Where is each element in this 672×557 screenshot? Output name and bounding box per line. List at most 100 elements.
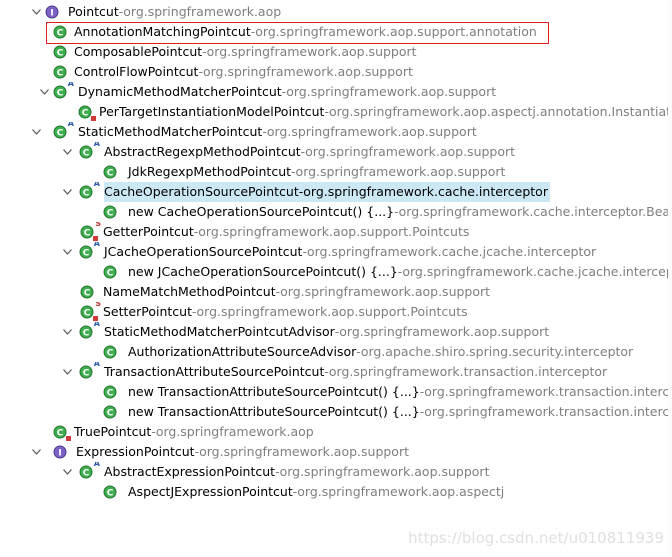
type-hierarchy-tree: I Pointcut - org.springframework.aop C A… bbox=[0, 0, 672, 557]
tree-row-anonymous-transactionattributesourcepointcut-1[interactable]: C new TransactionAttributeSourcePointcut… bbox=[0, 382, 672, 402]
svg-text:C: C bbox=[83, 369, 90, 379]
tree-row-getterpointcut[interactable]: CS GetterPointcut - org.springframework.… bbox=[0, 222, 672, 242]
class-icon: C bbox=[52, 24, 68, 40]
package-name: org.springframework.aop bbox=[123, 4, 282, 19]
tree-row-staticmethodmatcherpointcutadvisor[interactable]: CA StaticMethodMatcherPointcutAdvisor - … bbox=[0, 322, 672, 342]
svg-text:C: C bbox=[107, 349, 114, 359]
type-name: AbstractExpressionPointcut bbox=[104, 464, 276, 479]
type-name: TransactionAttributeSourcePointcut bbox=[104, 364, 325, 379]
type-name: ExpressionPointcut bbox=[76, 444, 195, 459]
type-name: ControlFlowPointcut bbox=[74, 64, 199, 79]
collapse-toggle[interactable] bbox=[30, 122, 42, 142]
tree-row-transactionattributesourcepointcut[interactable]: CA TransactionAttributeSourcePointcut - … bbox=[0, 362, 672, 382]
svg-text:C: C bbox=[83, 469, 90, 479]
svg-text:C: C bbox=[83, 189, 90, 199]
package-name: org.springframework.transaction.intercep… bbox=[424, 384, 672, 399]
abstract-class-icon: CA bbox=[78, 182, 100, 200]
tree-row-cacheoperationsourcepointcut[interactable]: CA CacheOperationSourcePointcut - org.sp… bbox=[0, 182, 672, 202]
private-class-icon: C bbox=[77, 104, 96, 121]
svg-text:C: C bbox=[107, 269, 114, 279]
collapse-toggle[interactable] bbox=[61, 182, 73, 202]
package-name: org.springframework.aop.support bbox=[202, 64, 413, 79]
svg-text:C: C bbox=[57, 29, 64, 39]
interface-icon: I bbox=[52, 444, 68, 460]
scrollbar-edge bbox=[668, 0, 672, 557]
tree-row-expressionpointcut[interactable]: I ExpressionPointcut - org.springframewo… bbox=[0, 442, 672, 462]
tree-row-truepointcut[interactable]: C TruePointcut - org.springframework.aop bbox=[0, 422, 672, 442]
package-name: org.springframework.aop.support bbox=[279, 464, 490, 479]
watermark: https://blog.csdn.net/u010811939 bbox=[408, 529, 664, 547]
svg-text:C: C bbox=[84, 309, 91, 319]
class-icon: C bbox=[102, 164, 118, 180]
package-name: org.springframework.aop bbox=[155, 424, 314, 439]
package-name: org.springframework.aop.support bbox=[286, 84, 497, 99]
class-icon: C bbox=[102, 344, 118, 360]
type-name: ComposablePointcut bbox=[74, 44, 203, 59]
collapse-toggle[interactable] bbox=[61, 142, 73, 162]
tree-row-annotationmatchingpointcut[interactable]: C AnnotationMatchingPointcut - org.sprin… bbox=[0, 22, 672, 42]
selection-highlight: CacheOperationSourcePointcut - org.sprin… bbox=[104, 182, 550, 202]
tree-row-anonymous-transactionattributesourcepointcut-2[interactable]: C new TransactionAttributeSourcePointcut… bbox=[0, 402, 672, 422]
tree-row-namematchmethodpointcut[interactable]: C NameMatchMethodPointcut - org.springfr… bbox=[0, 282, 672, 302]
tree-row-pointcut[interactable]: I Pointcut - org.springframework.aop bbox=[0, 2, 672, 22]
collapse-toggle[interactable] bbox=[61, 322, 73, 342]
collapse-toggle[interactable] bbox=[30, 442, 42, 462]
tree-row-setterpointcut[interactable]: CS SetterPointcut - org.springframework.… bbox=[0, 302, 672, 322]
tree-row-abstractexpressionpointcut[interactable]: CA AbstractExpressionPointcut - org.spri… bbox=[0, 462, 672, 482]
collapse-toggle[interactable] bbox=[61, 462, 73, 482]
tree-row-jcacheoperationsourcepointcut[interactable]: CA JCacheOperationSourcePointcut - org.s… bbox=[0, 242, 672, 262]
tree-row-jdkregexpmethodpointcut[interactable]: C JdkRegexpMethodPointcut - org.springfr… bbox=[0, 162, 672, 182]
static-private-class-icon: CS bbox=[79, 302, 101, 321]
tree-row-composablepointcut[interactable]: C ComposablePointcut - org.springframewo… bbox=[0, 42, 672, 62]
tree-row-staticmethodmatcherpointcut[interactable]: CA StaticMethodMatcherPointcut - org.spr… bbox=[0, 122, 672, 142]
package-name: org.springframework.cache.jcache.interce… bbox=[306, 244, 597, 259]
type-name: Pointcut bbox=[68, 4, 119, 19]
collapse-toggle[interactable] bbox=[30, 2, 42, 22]
package-name: org.springframework.transaction.intercep… bbox=[328, 364, 608, 379]
tree-row-anonymous-jcacheoperationsourcepointcut[interactable]: C new JCacheOperationSourcePointcut() {.… bbox=[0, 262, 672, 282]
tree-row-aspectjexpressionpointcut[interactable]: C AspectJExpressionPointcut - org.spring… bbox=[0, 482, 672, 502]
type-name: NameMatchMethodPointcut bbox=[103, 284, 276, 299]
collapse-toggle[interactable] bbox=[61, 362, 73, 382]
svg-text:C: C bbox=[107, 489, 114, 499]
type-name: DynamicMethodMatcherPointcut bbox=[78, 84, 282, 99]
collapse-toggle[interactable] bbox=[38, 82, 50, 102]
private-class-icon: C bbox=[52, 424, 71, 441]
tree-row-anonymous-cacheoperationsourcepointcut[interactable]: C new CacheOperationSourcePointcut() {..… bbox=[0, 202, 672, 222]
anonymous-class-icon: C bbox=[102, 264, 118, 280]
anonymous-class-icon: C bbox=[102, 384, 118, 400]
package-name: org.springframework.aop.support bbox=[206, 44, 417, 59]
package-name: org.springframework.aop.support bbox=[305, 144, 516, 159]
tree-row-controlflowpointcut[interactable]: C ControlFlowPointcut - org.springframew… bbox=[0, 62, 672, 82]
tree-row-abstractregexpmethodpointcut[interactable]: CA AbstractRegexpMethodPointcut - org.sp… bbox=[0, 142, 672, 162]
type-name: AuthorizationAttributeSourceAdvisor bbox=[128, 344, 357, 359]
package-name: org.springframework.aop.support bbox=[199, 444, 409, 459]
tree-row-authorizationattributesourceadvisor[interactable]: C AuthorizationAttributeSourceAdvisor - … bbox=[0, 342, 672, 362]
svg-text:C: C bbox=[57, 69, 64, 79]
svg-text:C: C bbox=[107, 409, 114, 419]
type-name: SetterPointcut bbox=[103, 304, 192, 319]
anonymous-class-icon: C bbox=[102, 404, 118, 420]
type-name: AbstractRegexpMethodPointcut bbox=[104, 144, 301, 159]
package-name: org.springframework.aop.support.annotati… bbox=[255, 24, 537, 39]
abstract-class-icon: CA bbox=[78, 242, 100, 260]
svg-text:C: C bbox=[107, 209, 114, 219]
type-name: TruePointcut bbox=[74, 424, 152, 439]
package-name: org.springframework.aop.support bbox=[280, 284, 491, 299]
abstract-class-icon: CA bbox=[78, 362, 100, 380]
package-name: org.springframework.aop.support bbox=[339, 324, 550, 339]
abstract-class-icon: CA bbox=[78, 142, 100, 160]
abstract-class-icon: CA bbox=[52, 122, 74, 140]
type-name: AnnotationMatchingPointcut bbox=[74, 24, 251, 39]
tree-row-pertargetinstantiationmodelpointcut[interactable]: C PerTargetInstantiationModelPointcut - … bbox=[0, 102, 672, 122]
type-name: StaticMethodMatcherPointcut bbox=[78, 124, 263, 139]
svg-text:I: I bbox=[50, 9, 53, 19]
tree-row-dynamicmethodmatcherpointcut[interactable]: CA DynamicMethodMatcherPointcut - org.sp… bbox=[0, 82, 672, 102]
collapse-toggle[interactable] bbox=[61, 242, 73, 262]
package-name: org.springframework.transaction.intercep… bbox=[424, 404, 672, 419]
svg-text:C: C bbox=[83, 329, 90, 339]
package-name: org.springframework.aop.support.Pointcut… bbox=[196, 304, 468, 319]
package-name: org.springframework.aop.aspectj.annotati… bbox=[328, 104, 672, 119]
svg-text:I: I bbox=[58, 449, 61, 459]
class-icon: C bbox=[102, 484, 118, 500]
